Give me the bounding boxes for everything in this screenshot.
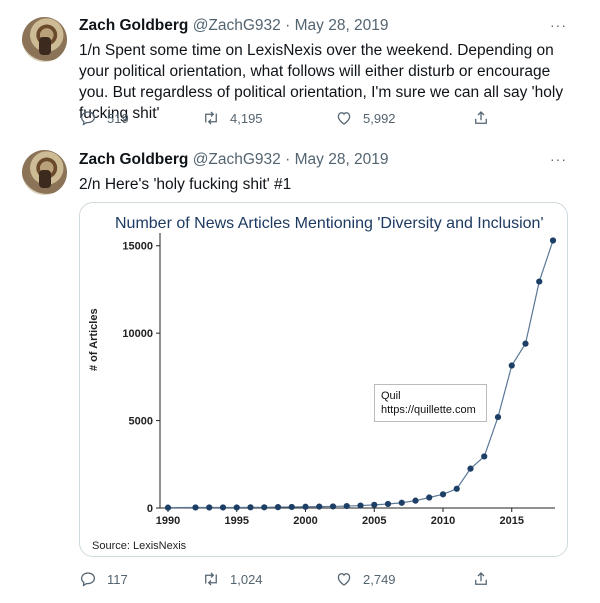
y-axis-label: # of Articles [88, 308, 100, 371]
data-point [316, 503, 323, 510]
reply-button[interactable]: 519 [79, 109, 129, 127]
data-point [274, 504, 282, 511]
data-point [426, 494, 433, 501]
author-name[interactable]: Zach Goldberg [79, 17, 188, 34]
more-options-icon[interactable]: ··· [550, 151, 567, 167]
watermark: Quil https://quillette.com [374, 384, 487, 422]
data-point [288, 503, 295, 511]
heart-icon [337, 573, 351, 586]
y-tick-label: 10000 [122, 328, 153, 340]
line-chart: 0 5000 10000 15000 1990 1995 2000 2005 2010 2015 [122, 233, 557, 527]
tweet-actions: 117 1,024 2,749 [79, 570, 499, 590]
data-point [481, 453, 488, 460]
retweet-button[interactable]: 1,024 [202, 570, 263, 588]
heart-icon [337, 112, 351, 125]
reply-count: 519 [107, 110, 129, 126]
data-point [453, 485, 460, 492]
separator: · [285, 17, 291, 34]
retweet-icon [205, 111, 217, 125]
tweet-text: 2/n Here's 'holy fucking shit' #1 [79, 176, 292, 193]
avatar[interactable] [22, 17, 67, 62]
x-tick-label: 1990 [156, 515, 180, 527]
like-count: 2,749 [363, 571, 396, 587]
data-point [384, 500, 392, 508]
author-name[interactable]: Zach Goldberg [79, 151, 188, 168]
share-icon [475, 572, 487, 585]
data-point [439, 491, 447, 498]
data-point [206, 504, 213, 511]
retweet-count: 1,024 [230, 571, 263, 587]
share-button[interactable] [472, 109, 490, 127]
data-point [302, 503, 309, 510]
x-tick-label: 2010 [431, 515, 455, 527]
reply-count: 117 [107, 571, 128, 587]
y-tick-label: 5000 [129, 416, 153, 428]
data-point [398, 499, 405, 506]
data-point [219, 504, 227, 511]
data-point [233, 504, 240, 511]
reply-button[interactable]: 117 [79, 570, 128, 588]
retweet-count: 4,195 [230, 110, 263, 126]
tweet-actions: 519 4,195 5,992 [79, 109, 499, 129]
y-tick-label: 15000 [122, 241, 153, 253]
chart-source: Source: LexisNexis [92, 540, 187, 552]
reply-icon [80, 572, 96, 587]
author-handle[interactable]: @ZachG932 [193, 17, 281, 34]
like-count: 5,992 [363, 110, 396, 126]
data-point [261, 504, 268, 511]
x-tick-label: 1995 [225, 515, 249, 527]
more-options-icon[interactable]: ··· [550, 17, 567, 33]
watermark-line-1: Quil [381, 390, 401, 402]
tweet-header: Zach Goldberg @ZachG932 · May 28, 2019 [79, 17, 389, 35]
data-point [329, 503, 337, 510]
media-card[interactable]: Number of News Articles Mentioning 'Dive… [79, 202, 568, 557]
like-button[interactable]: 5,992 [335, 109, 396, 127]
separator: · [285, 151, 291, 168]
data-point [467, 465, 474, 472]
data-point [549, 237, 557, 244]
x-tick-label: 2000 [293, 515, 317, 527]
reply-icon [80, 111, 96, 126]
data-point [508, 362, 515, 369]
data-point [522, 340, 529, 347]
watermark-line-2: https://quillette.com [381, 404, 476, 416]
share-icon [475, 111, 487, 124]
data-point [371, 501, 378, 508]
retweet-button[interactable]: 4,195 [202, 109, 263, 127]
retweet-icon [205, 572, 217, 586]
x-tick-label: 2015 [500, 515, 524, 527]
tweet-1[interactable]: Zach Goldberg @ZachG932 · May 28, 2019 ·… [0, 0, 600, 140]
x-tick-label: 2005 [362, 515, 386, 527]
author-handle[interactable]: @ZachG932 [193, 151, 281, 168]
series-line [167, 240, 554, 509]
tweet-header: Zach Goldberg @ZachG932 · May 28, 2019 [79, 151, 389, 169]
data-point [164, 504, 172, 511]
data-point [494, 413, 502, 421]
data-point [412, 497, 419, 504]
data-point [192, 504, 199, 511]
avatar[interactable] [22, 150, 67, 195]
like-button[interactable]: 2,749 [335, 570, 396, 588]
data-point [343, 502, 350, 510]
data-point [357, 502, 364, 509]
data-point [247, 504, 254, 511]
data-point [536, 278, 543, 285]
share-button[interactable] [472, 570, 490, 588]
tweet-date[interactable]: May 28, 2019 [295, 151, 389, 168]
tweet-date[interactable]: May 28, 2019 [295, 17, 389, 34]
y-tick-label: 0 [147, 503, 153, 515]
